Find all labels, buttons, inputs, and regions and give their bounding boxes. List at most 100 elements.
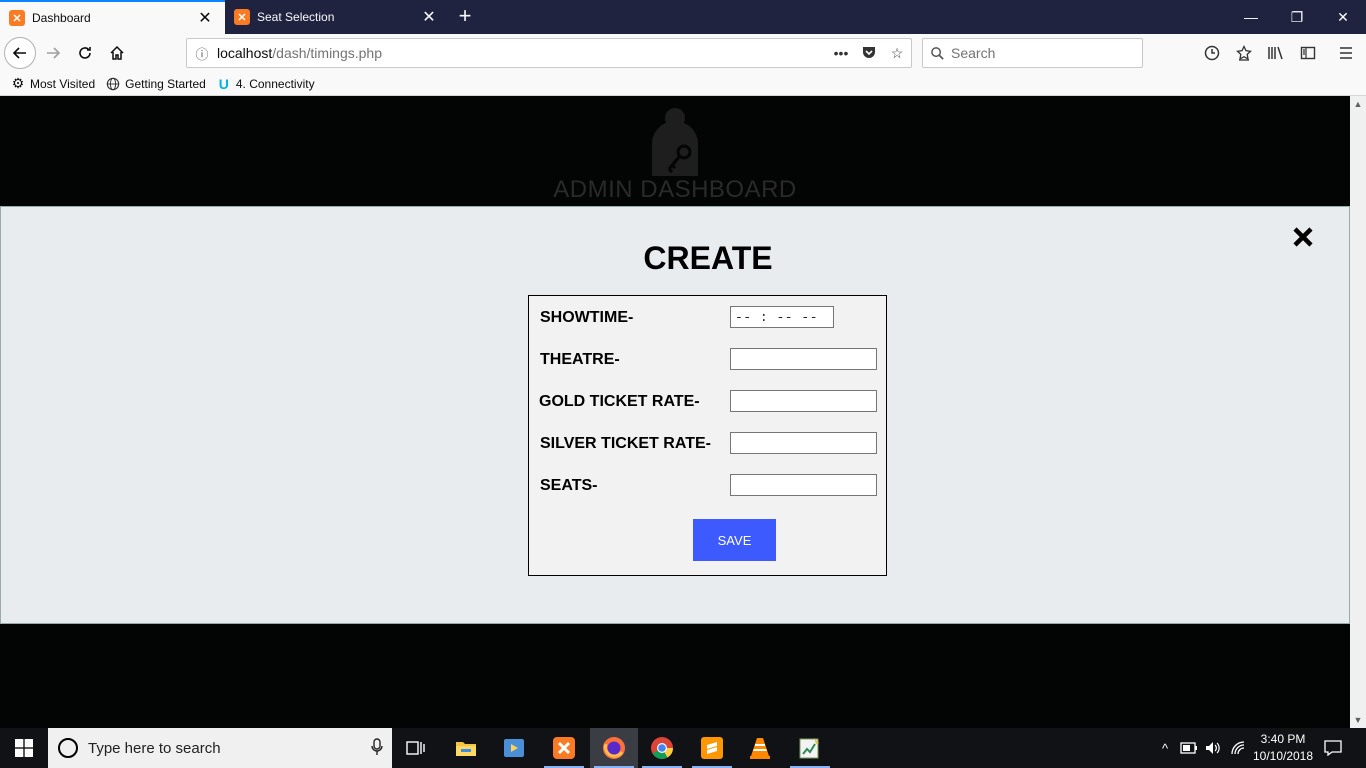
modal-title: CREATE xyxy=(643,240,773,276)
tab-label: Seat Selection xyxy=(257,10,335,24)
chrome-icon xyxy=(651,737,673,759)
close-tab-icon[interactable]: ✕ xyxy=(417,7,441,27)
web-search-input[interactable] xyxy=(951,45,1142,61)
pocket-icon[interactable] xyxy=(855,44,883,63)
microphone-icon[interactable] xyxy=(362,737,392,759)
clock-date: 10/10/2018 xyxy=(1252,749,1314,763)
sidebar-icon[interactable] xyxy=(1298,43,1318,63)
close-window-button[interactable]: ✕ xyxy=(1320,0,1366,34)
xampp-button[interactable] xyxy=(540,728,588,768)
url-path: /dash/timings.php xyxy=(272,45,382,61)
create-modal: CREATE SHOWTIME- -- : -- -- THEATRE- GOL… xyxy=(0,206,1350,624)
xampp-icon: ✕ xyxy=(234,9,250,25)
create-form: SHOWTIME- -- : -- -- THEATRE- GOLD TICKE… xyxy=(528,295,887,576)
forward-button[interactable] xyxy=(39,39,67,67)
browser-tab-strip: ✕ Dashboard ✕ ✕ Seat Selection ✕ + — ❐ ✕ xyxy=(0,0,1366,34)
silver-rate-row: SILVER TICKET RATE- xyxy=(529,432,888,456)
windows-taskbar: Type here to search ^ 3:40 PM 10/10/2018 xyxy=(0,728,1366,768)
task-view-button[interactable] xyxy=(392,728,440,768)
new-tab-button[interactable]: + xyxy=(452,4,478,30)
notepad-chart-icon xyxy=(799,738,819,759)
page-content: ADMIN DASHBOARD CREATE SHOWTIME- -- : --… xyxy=(0,96,1350,728)
showtime-label: SHOWTIME- xyxy=(540,309,634,326)
vlc-icon xyxy=(750,738,770,759)
firefox-button[interactable] xyxy=(590,728,638,768)
web-search-bar[interactable] xyxy=(922,38,1143,68)
notepad-chart-button[interactable] xyxy=(786,728,834,768)
info-icon[interactable]: ⓘ xyxy=(187,44,217,63)
action-center-icon[interactable] xyxy=(1322,728,1344,768)
udacity-icon: U xyxy=(218,75,229,92)
page-scrollbar[interactable]: ▲ ▼ xyxy=(1350,96,1366,728)
showtime-row: SHOWTIME- -- : -- -- xyxy=(529,306,888,330)
page-actions-icon[interactable]: ••• xyxy=(827,45,855,61)
gold-rate-row: GOLD TICKET RATE- xyxy=(529,390,888,414)
seats-label: SEATS- xyxy=(540,477,598,494)
file-explorer-button[interactable] xyxy=(442,728,490,768)
bookmark-label: Most Visited xyxy=(30,76,96,91)
seats-row: SEATS- xyxy=(529,474,888,498)
show-hidden-icons-chevron-icon[interactable]: ^ xyxy=(1156,728,1174,768)
restore-button[interactable]: ❐ xyxy=(1274,0,1320,34)
media-player-button[interactable] xyxy=(490,728,538,768)
back-button[interactable] xyxy=(4,37,36,69)
bookmark-star-icon[interactable]: ☆ xyxy=(883,45,911,62)
admin-logo-icon xyxy=(652,108,698,176)
tab-label: Dashboard xyxy=(32,11,91,25)
dashboard-title: ADMIN DASHBOARD xyxy=(553,176,797,203)
xampp-icon xyxy=(553,737,575,759)
taskbar-search-placeholder: Type here to search xyxy=(88,739,221,757)
bookmark-most-visited[interactable]: ⚙ Most Visited xyxy=(10,75,96,92)
library-icon[interactable] xyxy=(1266,43,1286,63)
clock-time: 3:40 PM xyxy=(1260,732,1306,746)
xampp-icon: ✕ xyxy=(9,10,25,26)
showtime-input[interactable]: -- : -- -- xyxy=(730,306,834,328)
firefox-icon xyxy=(603,737,625,759)
bookmark-connectivity[interactable]: U 4. Connectivity xyxy=(216,76,315,92)
cortana-icon xyxy=(58,738,78,758)
close-tab-icon[interactable]: ✕ xyxy=(193,8,217,28)
gold-rate-input[interactable] xyxy=(730,390,877,412)
sublime-text-button[interactable] xyxy=(688,728,736,768)
theatre-input[interactable] xyxy=(730,348,877,370)
scroll-up-arrow-icon[interactable]: ▲ xyxy=(1350,96,1366,112)
hamburger-menu-icon[interactable] xyxy=(1336,43,1356,63)
url-bar[interactable]: ⓘ localhost/dash/timings.php ••• ☆ xyxy=(186,38,912,68)
home-icon xyxy=(110,45,124,60)
home-button[interactable] xyxy=(103,39,131,67)
theatre-label: THEATRE- xyxy=(540,351,620,368)
back-arrow-icon xyxy=(12,47,26,59)
tab-seat-selection[interactable]: ✕ Seat Selection ✕ xyxy=(225,0,449,34)
media-player-icon xyxy=(504,739,524,757)
start-button[interactable] xyxy=(0,728,48,768)
history-icon[interactable] xyxy=(1202,43,1222,63)
taskbar-search-box[interactable]: Type here to search xyxy=(48,728,392,768)
scroll-down-arrow-icon[interactable]: ▼ xyxy=(1350,712,1366,728)
vlc-button[interactable] xyxy=(736,728,784,768)
battery-icon[interactable] xyxy=(1178,728,1200,768)
url-text[interactable]: localhost/dash/timings.php xyxy=(217,45,827,61)
windows-logo-icon xyxy=(15,739,33,757)
bookmark-getting-started[interactable]: Getting Started xyxy=(105,76,206,92)
save-button[interactable]: SAVE xyxy=(693,519,776,561)
bookmark-label: 4. Connectivity xyxy=(235,76,315,91)
forward-arrow-icon xyxy=(47,47,61,59)
chrome-button[interactable] xyxy=(638,728,686,768)
gear-icon: ⚙ xyxy=(11,75,25,91)
file-explorer-icon xyxy=(456,742,476,756)
tab-dashboard[interactable]: ✕ Dashboard ✕ xyxy=(0,0,225,34)
volume-icon[interactable] xyxy=(1202,728,1224,768)
theatre-row: THEATRE- xyxy=(529,348,888,372)
sublime-text-icon xyxy=(701,737,723,759)
system-clock[interactable]: 3:40 PM 10/10/2018 xyxy=(1240,731,1326,765)
silver-rate-input[interactable] xyxy=(730,432,877,454)
url-host: localhost xyxy=(217,45,273,61)
bookmarks-bar: ⚙ Most Visited Getting Started U 4. Conn… xyxy=(0,72,1366,96)
silver-rate-label: SILVER TICKET RATE- xyxy=(540,435,711,452)
minimize-button[interactable]: — xyxy=(1228,0,1274,34)
bookmarks-menu-icon[interactable] xyxy=(1234,43,1254,63)
seats-input[interactable] xyxy=(730,474,877,496)
task-view-icon xyxy=(406,741,425,755)
reload-button[interactable] xyxy=(71,39,99,67)
globe-icon xyxy=(105,76,121,92)
